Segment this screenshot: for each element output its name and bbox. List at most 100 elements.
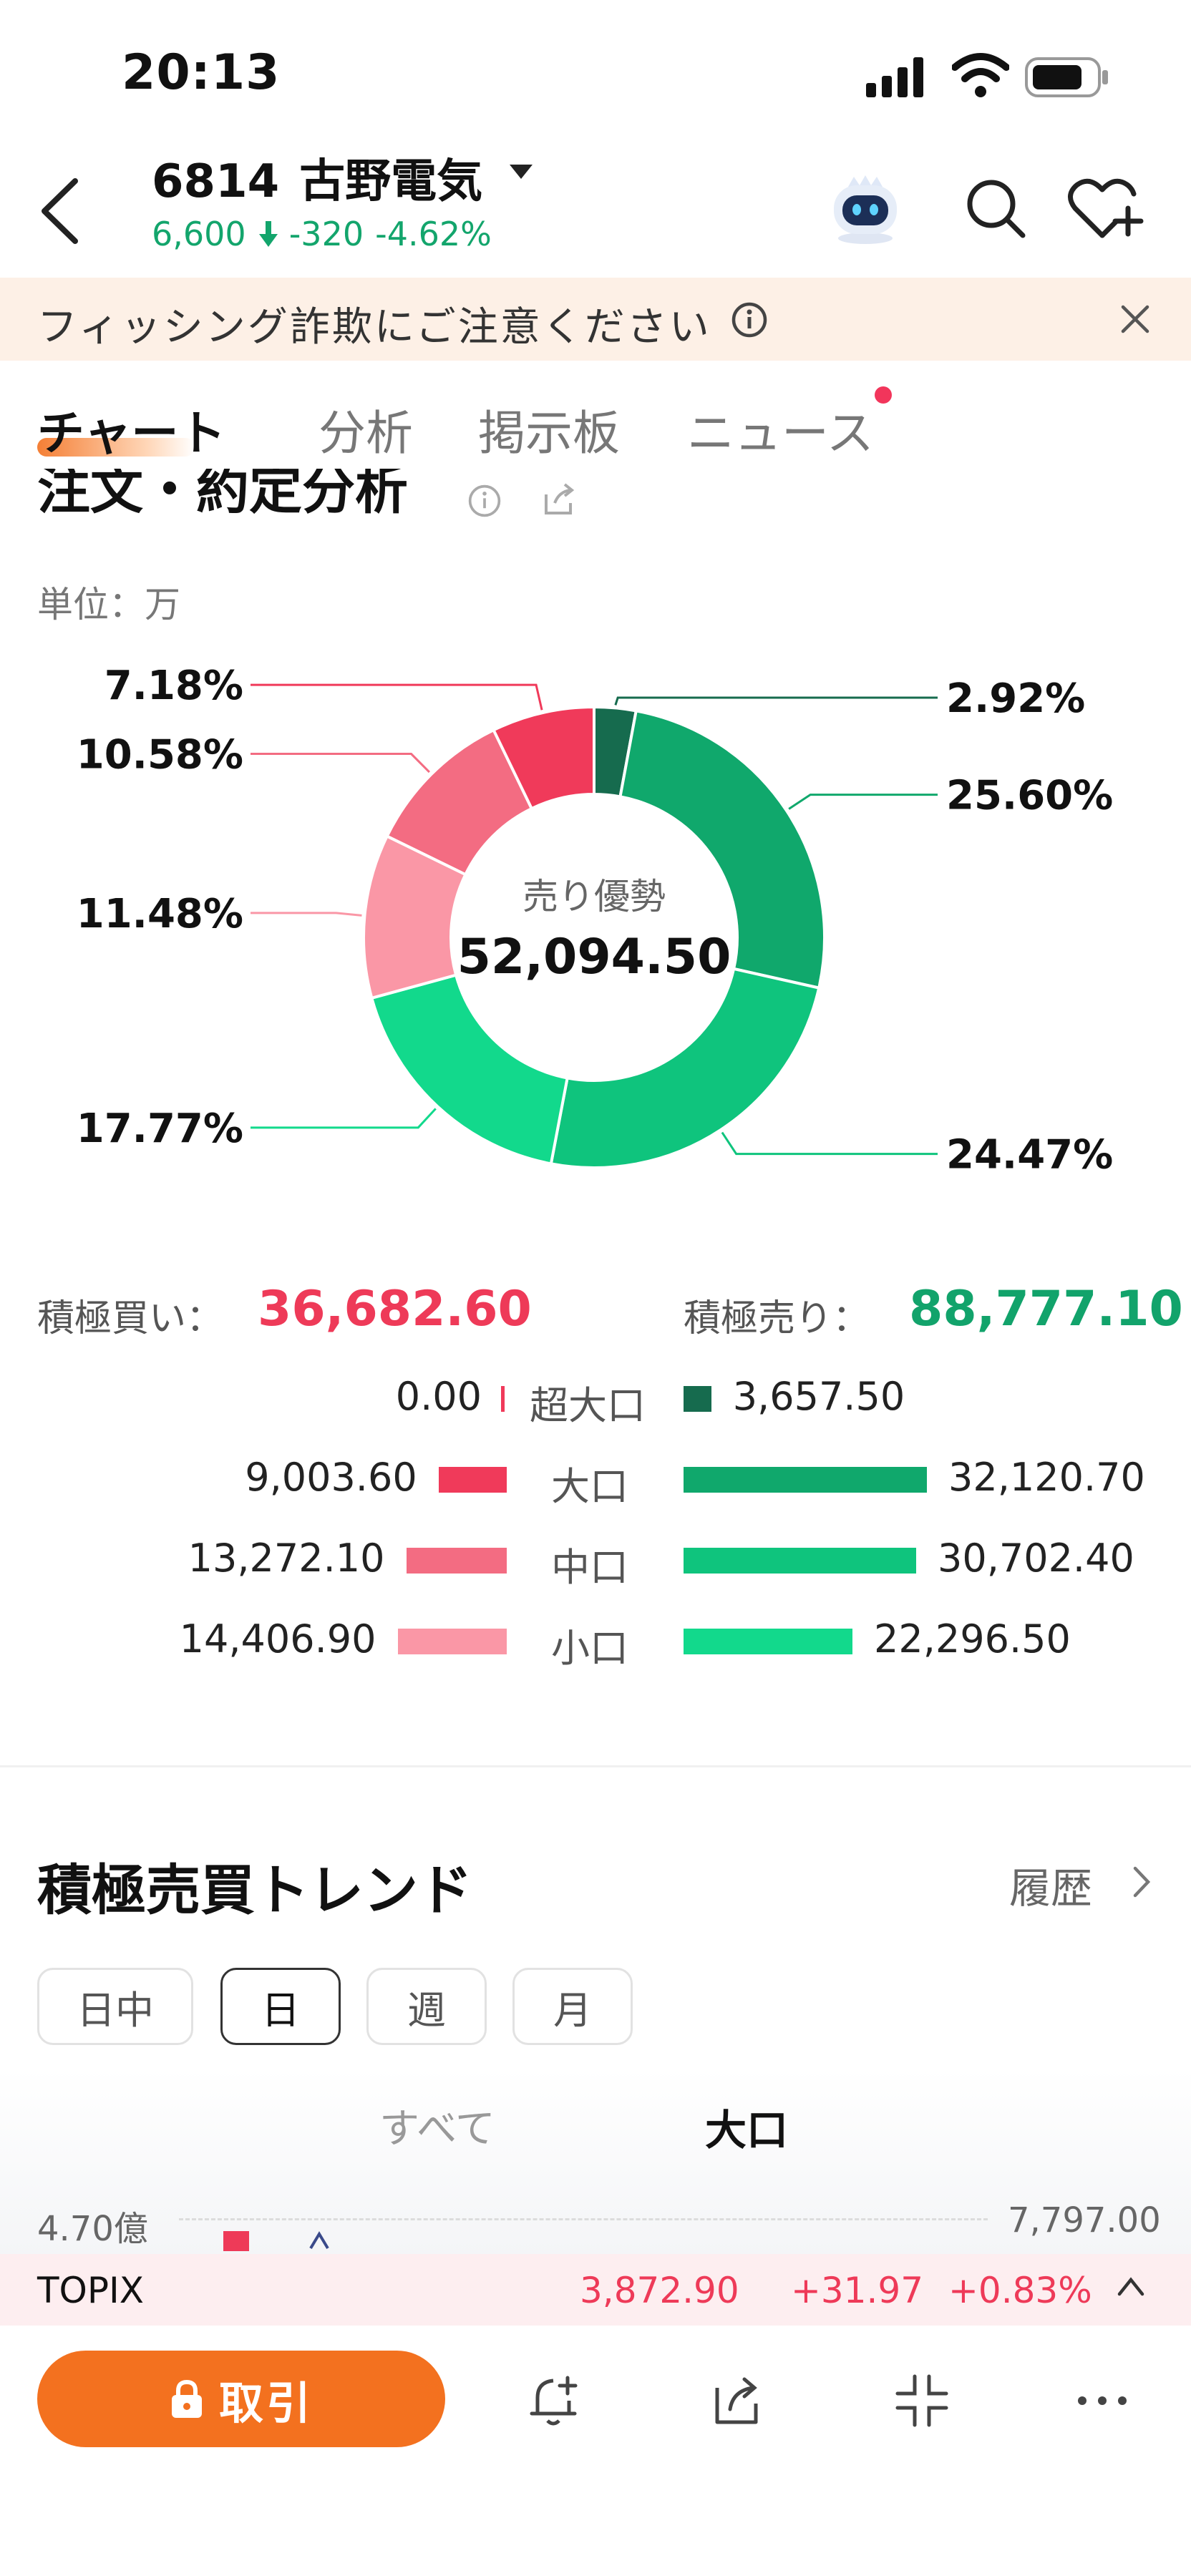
- breakdown-buy-value: 13,272.10: [188, 1536, 385, 1581]
- period-month[interactable]: 月: [512, 1968, 633, 2045]
- share-icon[interactable]: [540, 482, 576, 517]
- donut-leader-line: [614, 696, 938, 706]
- section-divider: [0, 1765, 1191, 1767]
- breakdown-sell-bar: [684, 1548, 916, 1574]
- buy-total-label: 積極買い：: [37, 1297, 224, 1340]
- signal-icon: [866, 57, 923, 97]
- stock-title[interactable]: 6814 古野電気: [152, 145, 482, 210]
- index-price: 3,872.90: [580, 2270, 739, 2311]
- stock-change-pct: -4.62%: [375, 215, 492, 253]
- breakdown-buy-value: 0.00: [395, 1374, 482, 1419]
- lock-icon: [171, 2379, 202, 2418]
- donut-pct-label: 7.18%: [104, 663, 243, 709]
- order-flow-donut-chart: 2.92% 25.60% 24.47% 17.77% 11.48% 10.58% 7.18%…: [77, 663, 1114, 1179]
- trend-bar: [223, 2231, 249, 2251]
- tab-chart[interactable]: チャート: [37, 395, 225, 464]
- period-day[interactable]: 日: [220, 1968, 341, 2045]
- donut-pct-label: 24.47%: [946, 1132, 1113, 1179]
- donut-leader-line: [251, 912, 362, 917]
- breakdown-sell-value: 30,702.40: [937, 1536, 1134, 1581]
- donut-pct-label: 25.60%: [946, 773, 1113, 819]
- trend-title: 積極売買トレンド: [37, 1858, 472, 1922]
- more-icon[interactable]: [1074, 2372, 1131, 2429]
- breakdown-sell-bar: [684, 1629, 852, 1654]
- banner-text: フィッシング詐欺にご注意ください: [37, 304, 711, 351]
- breakdown-category: 大口: [551, 1464, 628, 1509]
- wifi-icon: [952, 53, 1009, 97]
- expand-up-icon[interactable]: [1117, 2275, 1145, 2297]
- donut-leader-line: [788, 794, 938, 810]
- sell-total-label: 積極売り：: [684, 1297, 870, 1340]
- notification-dot: [875, 386, 892, 404]
- breakdown-sell-bar: [684, 1467, 927, 1493]
- donut-center-label: 売り優勢: [522, 876, 666, 917]
- breakdown-buy-bar: [501, 1386, 505, 1412]
- breakdown-category: 小口: [551, 1626, 628, 1671]
- arrow-down-icon: [258, 221, 278, 247]
- robot-assistant-icon[interactable]: [827, 174, 904, 245]
- filter-all[interactable]: すべて: [379, 2097, 495, 2155]
- tab-news[interactable]: ニュース: [687, 395, 874, 464]
- chevron-up-icon: [309, 2231, 329, 2250]
- donut-slice: [369, 973, 569, 1166]
- index-name: TOPIX: [37, 2270, 145, 2311]
- info-icon[interactable]: [730, 301, 769, 339]
- index-change: +31.97: [791, 2270, 924, 2311]
- status-time: 20:13: [122, 44, 281, 101]
- donut-pct-label: 2.92%: [946, 675, 1085, 722]
- donut-center-value: 52,094.50: [457, 929, 731, 985]
- stock-price: 6,600: [152, 215, 246, 253]
- breakdown-category: 中口: [551, 1545, 628, 1590]
- donut-pct-label: 11.48%: [77, 891, 243, 937]
- breakdown-sell-value: 32,120.70: [948, 1455, 1145, 1500]
- donut-pct-label: 17.77%: [77, 1106, 243, 1152]
- breakdown-sell-value: 22,296.50: [874, 1616, 1071, 1662]
- battery-icon: [1025, 57, 1108, 97]
- donut-slice: [549, 967, 821, 1169]
- breakdown-category: 超大口: [530, 1383, 646, 1428]
- stock-change: -320: [288, 215, 364, 253]
- donut-leader-line: [251, 753, 430, 774]
- close-icon[interactable]: [1120, 304, 1150, 334]
- trade-button-label: 取引: [218, 2376, 313, 2429]
- search-icon[interactable]: [963, 175, 1027, 240]
- filter-large[interactable]: 大口: [705, 2097, 788, 2157]
- section-info-icon[interactable]: [467, 483, 502, 519]
- index-change-pct: +0.83%: [948, 2270, 1092, 2311]
- breakdown-buy-value: 9,003.60: [245, 1455, 417, 1500]
- donut-leader-line: [251, 683, 543, 711]
- back-icon[interactable]: [36, 175, 86, 247]
- share-export-icon[interactable]: [709, 2372, 766, 2429]
- dropdown-caret-icon[interactable]: [510, 165, 533, 179]
- sell-total-value: 88,777.10: [909, 1281, 1183, 1337]
- buy-total-value: 36,682.60: [258, 1281, 532, 1337]
- section-title: 注文・約定分析: [37, 469, 408, 521]
- donut-leader-line: [721, 1131, 938, 1156]
- add-favorite-icon[interactable]: [1066, 175, 1145, 240]
- breakdown-buy-bar: [406, 1548, 507, 1574]
- breakdown-buy-bar: [397, 1629, 507, 1654]
- trend-grid-line: [179, 2218, 988, 2220]
- unit-label: 単位：万: [37, 584, 180, 625]
- breakdown-buy-value: 14,406.90: [179, 1616, 376, 1662]
- stock-quote: 6,600 -320 -4.62%: [152, 215, 503, 253]
- trend-y-right-label: 7,797.00: [1008, 2200, 1161, 2240]
- alert-bell-icon[interactable]: [526, 2372, 583, 2429]
- chevron-right-icon[interactable]: [1131, 1864, 1152, 1900]
- section-header: 注文・約定分析: [0, 469, 1191, 526]
- tab-analysis[interactable]: 分析: [319, 395, 413, 464]
- donut-leader-line: [251, 1108, 437, 1129]
- breakdown-sell-value: 3,657.50: [732, 1374, 905, 1419]
- tab-board[interactable]: 掲示板: [478, 395, 620, 464]
- stock-name: 古野電気: [299, 155, 483, 208]
- breakdown-sell-bar: [684, 1386, 711, 1412]
- breakdown-buy-bar: [438, 1467, 507, 1493]
- stock-code: 6814: [152, 155, 280, 208]
- trend-y-left-label: 4.70億: [37, 2209, 148, 2249]
- trade-button[interactable]: 取引: [37, 2351, 445, 2447]
- period-week[interactable]: 週: [366, 1968, 487, 2045]
- donut-pct-label: 10.58%: [77, 732, 243, 779]
- collapse-icon[interactable]: [893, 2372, 951, 2429]
- period-intraday[interactable]: 日中: [37, 1968, 193, 2045]
- history-link[interactable]: 履歴: [1009, 1855, 1092, 1915]
